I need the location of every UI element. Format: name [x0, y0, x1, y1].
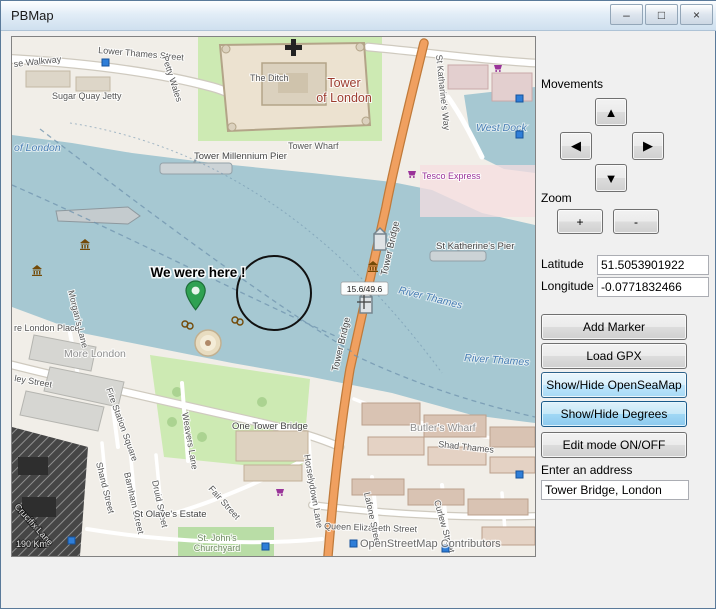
map-label-pool-of-london: of London	[14, 142, 61, 154]
map-viewport[interactable]: se Walkway Lower Thames Street Petty Wal…	[11, 36, 536, 557]
up-arrow-icon: ▲	[605, 105, 618, 120]
left-arrow-icon: ◀	[571, 138, 581, 154]
map-label-butlers-wharf: Butler's Wharf	[410, 422, 476, 434]
move-up-button[interactable]: ▲	[595, 98, 627, 126]
window-controls: – □ ×	[610, 4, 713, 25]
map-label-st-johns-2: Churchyard	[194, 543, 241, 553]
move-down-button[interactable]: ▼	[595, 164, 627, 192]
map-label-tower-2: of London	[316, 91, 372, 105]
map-label-millennium-pier: Tower Millennium Pier	[194, 151, 287, 162]
map-label-st-olaves: St Olave's Estate	[134, 509, 207, 520]
zoom-in-button[interactable]: +	[557, 209, 603, 234]
zoom-out-button[interactable]: -	[613, 209, 659, 234]
latitude-input[interactable]	[597, 255, 709, 275]
degrees-label: Show/Hide Degrees	[561, 407, 668, 421]
address-input[interactable]	[541, 480, 689, 500]
minus-icon: -	[634, 215, 638, 229]
map-label-sugar-quay: Sugar Quay Jetty	[52, 91, 122, 101]
titlebar[interactable]: PBMap – □ ×	[1, 1, 716, 31]
map-label-tesco: Tesco Express	[422, 171, 481, 181]
maximize-icon: □	[658, 9, 665, 21]
map-attribution: OpenStreetMap Contributors	[360, 538, 501, 550]
close-button[interactable]: ×	[680, 4, 713, 25]
map-label-tower-1: Tower	[327, 76, 360, 90]
right-arrow-icon: ▶	[643, 138, 653, 154]
edit-mode-label: Edit mode ON/OFF	[563, 438, 666, 452]
move-left-button[interactable]: ◀	[560, 132, 592, 160]
map-label-st-katherines-pier: St Katherine's Pier	[436, 241, 514, 252]
map-label-tower-wharf: Tower Wharf	[288, 141, 339, 151]
longitude-label: Longitude	[541, 279, 594, 293]
map-label-scale: 190 Km	[16, 539, 47, 549]
latitude-label: Latitude	[541, 257, 584, 271]
window-title: PBMap	[11, 8, 54, 23]
down-arrow-icon: ▼	[605, 171, 618, 186]
maximize-button[interactable]: □	[645, 4, 678, 25]
add-marker-label: Add Marker	[583, 320, 645, 334]
measure-value: 15.6/49.6	[347, 284, 383, 294]
close-icon: ×	[693, 9, 700, 21]
map-label-the-ditch: The Ditch	[250, 73, 289, 83]
load-gpx-button[interactable]: Load GPX	[541, 343, 687, 369]
show-hide-openseamap-button[interactable]: Show/Hide OpenSeaMap	[541, 372, 687, 398]
annotation-text: We were here !	[150, 265, 245, 280]
map-label-more-london-place: re London Place	[14, 323, 80, 333]
map-label-one-tower-bridge: One Tower Bridge	[232, 421, 308, 432]
longitude-input[interactable]	[597, 277, 709, 297]
movements-label: Movements	[541, 77, 603, 91]
plus-icon: +	[576, 215, 583, 229]
load-gpx-label: Load GPX	[586, 349, 641, 363]
add-marker-button[interactable]: Add Marker	[541, 314, 687, 340]
edit-mode-button[interactable]: Edit mode ON/OFF	[541, 432, 687, 458]
map-label-st-johns-1: St. John's	[197, 533, 237, 543]
measure-tooltip: 15.6/49.6	[341, 282, 388, 295]
address-label: Enter an address	[541, 463, 632, 477]
zoom-label: Zoom	[541, 191, 572, 205]
map-label-more-london: More London	[64, 348, 126, 360]
show-hide-degrees-button[interactable]: Show/Hide Degrees	[541, 401, 687, 427]
minimize-icon: –	[623, 9, 630, 21]
minimize-button[interactable]: –	[610, 4, 643, 25]
openseamap-label: Show/Hide OpenSeaMap	[546, 378, 681, 392]
scoop-amphitheatre	[195, 330, 221, 356]
map-canvas[interactable]: se Walkway Lower Thames Street Petty Wal…	[12, 37, 535, 556]
move-right-button[interactable]: ▶	[632, 132, 664, 160]
